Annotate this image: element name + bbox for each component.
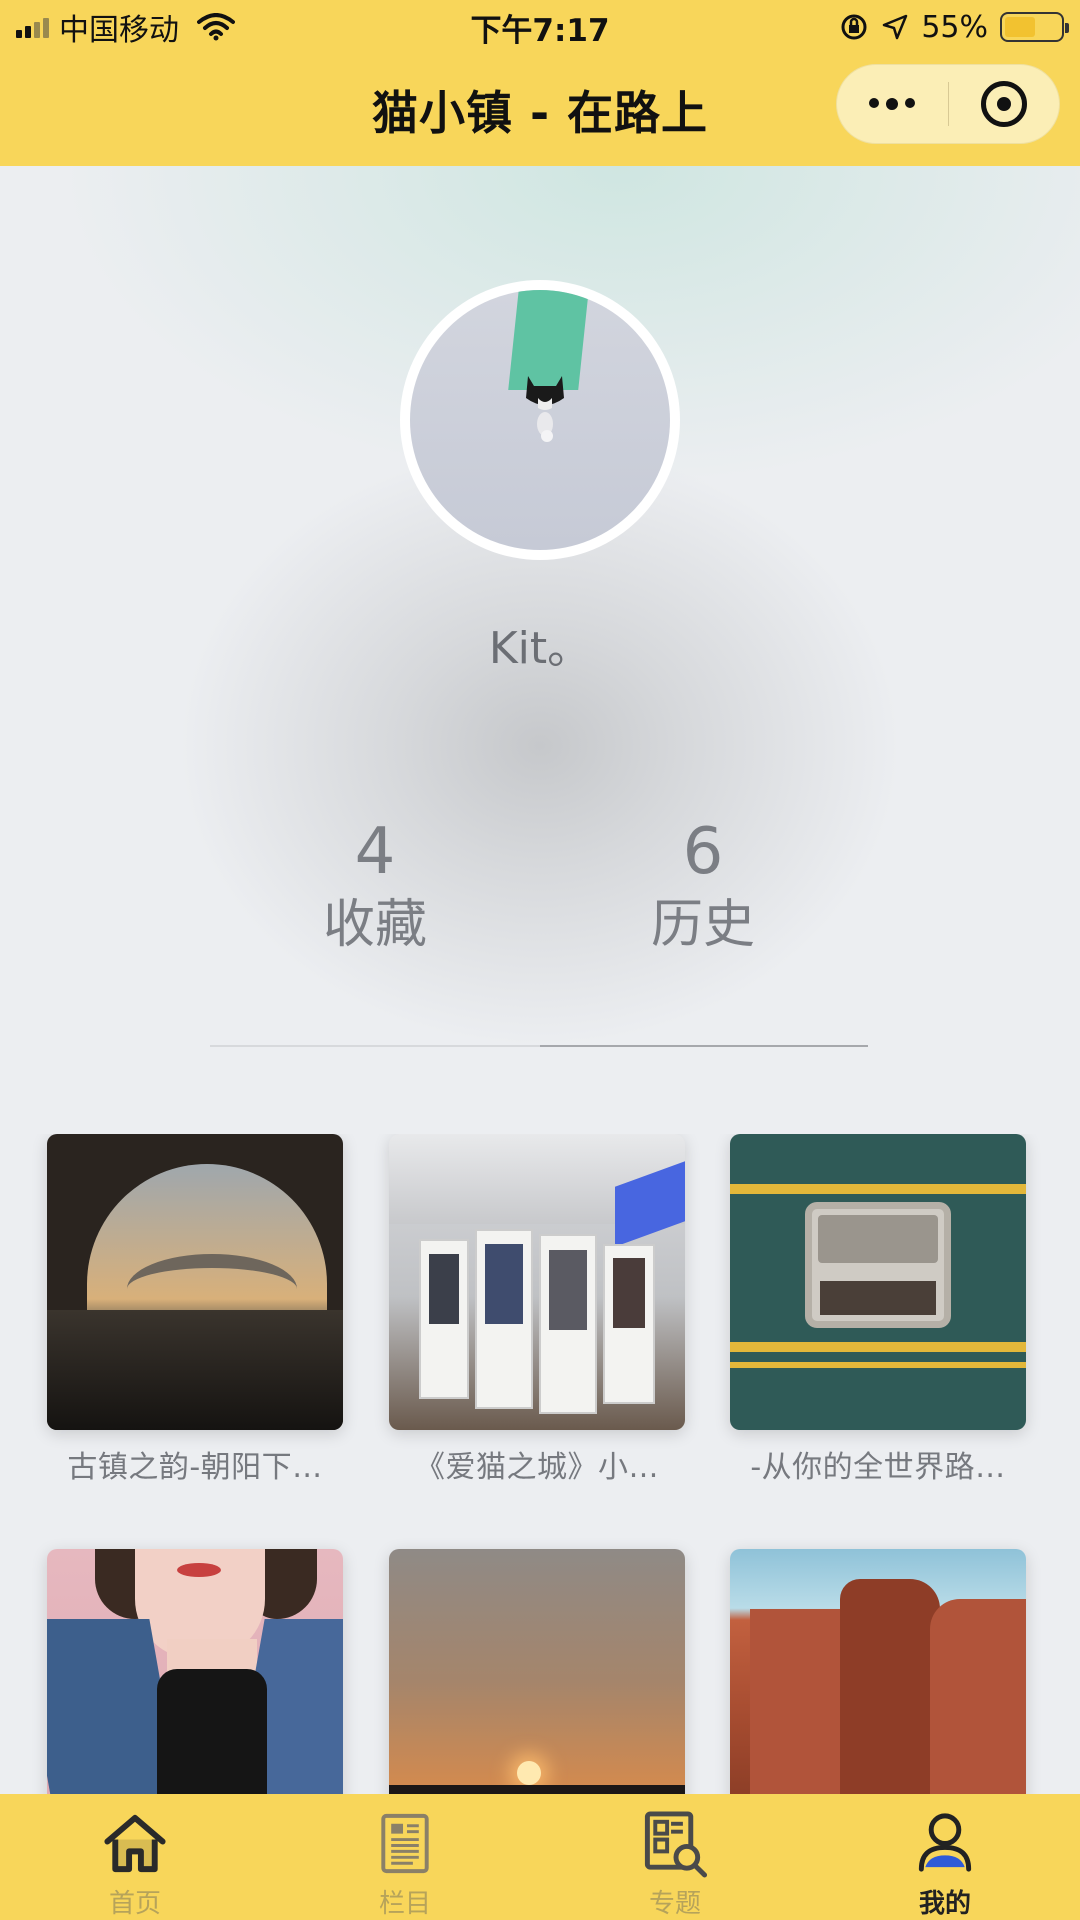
grid-item[interactable]	[389, 1549, 685, 1794]
grid-item[interactable]	[47, 1549, 343, 1794]
page-title: 猫小镇 - 在路上	[371, 86, 709, 140]
grid-item[interactable]: 古镇之韵-朝阳下…	[47, 1134, 343, 1486]
status-time: 下午7:17	[470, 12, 610, 49]
nav-bar: 猫小镇 - 在路上	[0, 54, 1080, 166]
tab-columns[interactable]: 栏目	[270, 1794, 540, 1920]
thumbnail-image	[47, 1134, 343, 1430]
wifi-icon	[197, 13, 235, 41]
mini-program-capsule	[836, 64, 1060, 144]
close-button[interactable]	[948, 64, 1059, 144]
favorites-underline	[210, 1045, 540, 1047]
username: Kit。	[488, 623, 592, 674]
favorites-tab[interactable]: 4 收藏	[275, 816, 475, 960]
tab-label: 专题	[648, 1889, 701, 1919]
tab-label: 首页	[108, 1889, 161, 1919]
item-caption: 《爱猫之城》小…	[415, 1450, 659, 1485]
stats-row: 4 收藏 6 历史	[0, 816, 1080, 976]
thumbnail-image	[47, 1549, 343, 1794]
item-caption: 古镇之韵-朝阳下…	[67, 1450, 323, 1485]
history-label: 历史	[650, 895, 755, 955]
newspaper-icon	[381, 1813, 429, 1874]
tab-me[interactable]: 我的	[810, 1794, 1080, 1920]
battery-percent: 55%	[921, 9, 988, 45]
signal-icon	[16, 16, 49, 38]
user-icon	[918, 1813, 972, 1872]
rotation-lock-icon	[841, 14, 867, 40]
location-arrow-icon	[883, 14, 908, 40]
cat-icon	[526, 376, 564, 442]
carrier-label: 中国移动	[59, 13, 179, 48]
thumbnail-image	[389, 1134, 685, 1430]
thumbnail-image	[730, 1549, 1026, 1794]
home-icon	[104, 1814, 166, 1873]
battery-level	[1005, 17, 1035, 37]
history-count: 6	[682, 815, 724, 889]
more-button[interactable]	[837, 64, 948, 144]
favorites-count: 4	[354, 815, 396, 889]
grid-item[interactable]: -从你的全世界路…	[730, 1134, 1026, 1486]
battery-icon	[1000, 12, 1069, 42]
favorites-label: 收藏	[322, 895, 427, 955]
status-bar: 中国移动 下午7:17 55%	[0, 0, 1080, 54]
tab-label: 栏目	[378, 1889, 431, 1919]
search-doc-icon	[644, 1811, 708, 1878]
avatar-image	[410, 290, 670, 550]
tab-home[interactable]: 首页	[0, 1794, 270, 1920]
grid-item[interactable]: 《爱猫之城》小…	[389, 1134, 685, 1486]
history-tab[interactable]: 6 历史	[603, 816, 803, 960]
thumbnail-image	[389, 1549, 685, 1794]
target-circle-icon	[980, 81, 1027, 127]
tab-bar: 首页 栏目 专题 我的	[0, 1794, 1080, 1920]
tab-topics[interactable]: 专题	[540, 1794, 810, 1920]
item-caption: -从你的全世界路…	[750, 1450, 1006, 1485]
profile-header: Kit。 4 收藏 6 历史	[0, 166, 1080, 1086]
history-underline-active	[540, 1045, 868, 1047]
content-grid: 古镇之韵-朝阳下… 《爱猫之城》小… -从你的全世界路…	[0, 1134, 1080, 1794]
tab-label: 我的	[918, 1889, 971, 1919]
thumbnail-image	[730, 1134, 1026, 1430]
more-dots-icon	[869, 98, 916, 110]
grid-item[interactable]	[730, 1549, 1026, 1794]
avatar[interactable]	[400, 280, 680, 560]
